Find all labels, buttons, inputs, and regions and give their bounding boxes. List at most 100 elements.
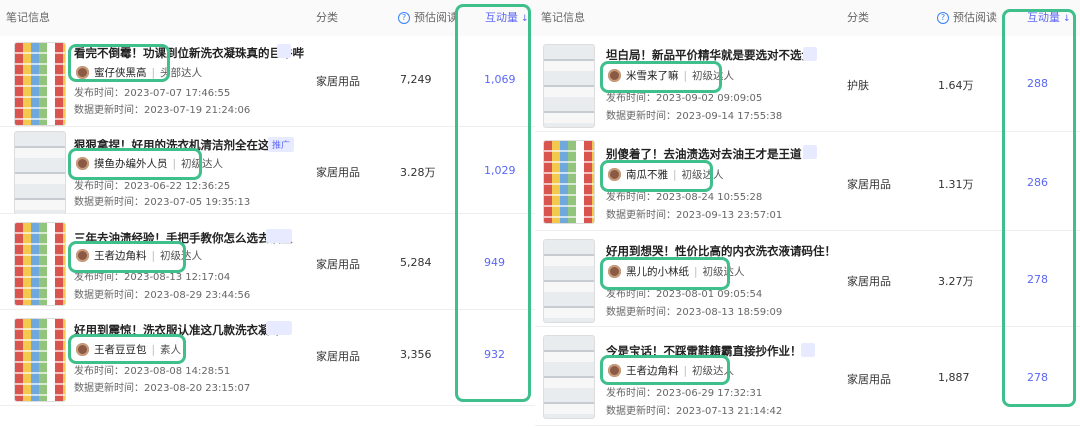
interactions-cell[interactable]: 278 [1027,371,1048,384]
tag-badge [266,229,292,243]
note-thumbnail[interactable] [14,131,66,215]
author-name: 蜜仔侠黑高 [94,67,147,79]
author-info[interactable]: 米雪来了嘛 | 初级达人 [608,68,734,83]
note-thumbnail[interactable] [543,335,595,419]
note-title[interactable]: 坦白局！新品平价精华就是要选对不选贵 [606,47,813,63]
sort-icon: ↓ [1063,14,1071,24]
note-title[interactable]: 狠狠拿捏！好用的洗衣机清洁剂全在这了！ [74,137,293,153]
category-cell: 家居用品 [847,373,891,386]
author-name: 摸鱼办编外人员 [94,158,168,170]
publish-time: 发布时间：2023-09-02 09:09:05 [606,93,763,104]
reads-cell: 1.31万 [938,178,974,191]
category-cell: 护肤 [847,79,869,92]
interactions-cell[interactable]: 288 [1027,77,1048,90]
update-time: 数据更新时间：2023-08-20 23:15:07 [74,383,251,394]
reads-cell: 3,356 [400,348,432,361]
tag-badge [803,145,817,159]
category-cell: 家居用品 [847,178,891,191]
note-thumbnail[interactable] [14,318,66,402]
header-interactions: 互动量 [485,11,518,24]
tag-badge [801,343,815,357]
avatar [76,66,89,79]
header-interactions-wrap[interactable]: 互动量 ↓ [485,0,529,37]
info-circle-icon: ? [937,12,949,24]
author-level: 初级达人 [160,250,203,262]
note-title[interactable]: 三年去油渍经验！手把手教你怎么选去油王 [74,230,293,246]
interactions-cell[interactable]: 286 [1027,176,1048,189]
note-thumbnail[interactable] [14,222,66,306]
table-row[interactable]: 别傻着了！去油渍选对去油王才是王道！ 南瓜不雅 | 初级达人 发布时间：2023-0… [535,132,1080,231]
author-level: 初级达人 [692,365,735,377]
tag-badge [266,321,292,335]
note-thumbnail[interactable] [543,140,595,224]
right-panel: 笔记信息 分类 ? 预估阅读 互动量 ↓ 坦白局！新品平价精华就是要选对不选贵 米雪… [535,0,1080,427]
table-row[interactable]: 三年去油渍经验！手把手教你怎么选去油王 王者边角料 | 初级达人 发布时间：2023… [0,214,535,310]
table-row[interactable]: 狠狠拿捏！好用的洗衣机清洁剂全在这了！ 推广 摸鱼办编外人员 | 初级达人 发布时间… [0,127,535,215]
publish-time: 发布时间：2023-08-01 09:05:54 [606,289,763,300]
table-header: 笔记信息 分类 ? 预估阅读 互动量 ↓ [535,0,1080,36]
avatar [608,69,621,82]
publish-time: 发布时间：2023-08-13 12:17:04 [74,272,231,283]
reads-cell: 7,249 [400,73,432,86]
interactions-cell[interactable]: 1,029 [484,164,516,177]
category-cell: 家居用品 [847,275,891,288]
header-reads: 预估阅读 [953,11,997,24]
author-name: 米雪来了嘛 [626,70,679,82]
note-title[interactable]: 别傻着了！去油渍选对去油王才是王道！ [606,146,813,162]
interactions-cell[interactable]: 1,069 [484,73,516,86]
table-row[interactable]: 看完不倒霉！功课到位新洗衣凝珠真的巨牛哔 蜜仔侠黑高 | 头部达人 发布时间：202… [0,36,535,127]
interactions-cell[interactable]: 949 [484,256,505,269]
reads-cell: 3.28万 [400,166,436,179]
header-category: 分类 [847,11,869,24]
author-level: 初级达人 [692,70,735,82]
note-title[interactable]: 好用到想哭！性价比高的内衣洗衣液请码住！ [606,243,836,259]
update-time: 数据更新时间：2023-09-13 23:57:01 [606,210,783,221]
publish-time: 发布时间：2023-08-08 14:28:51 [74,366,231,377]
author-name: 王者豆豆包 [94,344,147,356]
reads-cell: 3.27万 [938,275,974,288]
author-info[interactable]: 王者边角料 | 初级达人 [76,248,202,263]
tag-badge [277,44,291,58]
left-panel: 笔记信息 分类 ? 预估阅读 互动量 ↓ 看完不倒霉！功课到位新洗衣凝珠真的巨牛哔 … [0,0,535,427]
author-name: 王者边角料 [626,365,679,377]
note-title[interactable]: 看完不倒霉！功课到位新洗衣凝珠真的巨牛哔 [74,45,304,61]
author-level: 初级达人 [681,169,724,181]
publish-time: 发布时间：2023-08-24 10:55:28 [606,192,763,203]
avatar [76,343,89,356]
tag-badge [803,47,817,61]
avatar [608,364,621,377]
update-time: 数据更新时间：2023-08-29 23:44:56 [74,290,251,301]
table-row[interactable]: 今是宝话！不踩雷鞋籍霸直接抄作业！ 王者边角料 | 初级达人 发布时间：2023-0… [535,327,1080,426]
header-category: 分类 [316,11,338,24]
header-interactions: 互动量 [1027,11,1060,24]
interactions-cell[interactable]: 932 [484,348,505,361]
header-interactions-wrap[interactable]: 互动量 ↓ [1027,0,1071,37]
author-level: 素人 [160,344,182,356]
header-reads: 预估阅读 [414,11,458,24]
update-time: 数据更新时间：2023-07-19 21:24:06 [74,105,251,116]
publish-time: 发布时间：2023-07-07 17:46:55 [74,88,231,99]
note-title[interactable]: 好用到震惊！洗衣服认准这几款洗衣凝珠！ [74,322,293,338]
update-time: 数据更新时间：2023-07-05 19:35:13 [74,197,251,208]
note-thumbnail[interactable] [14,42,66,126]
author-info[interactable]: 摸鱼办编外人员 | 初级达人 [76,156,223,171]
interactions-cell[interactable]: 278 [1027,273,1048,286]
header-reads-wrap[interactable]: ? 预估阅读 [398,0,458,36]
author-name: 黑儿的小林纸 [626,266,689,278]
note-thumbnail[interactable] [543,239,595,323]
update-time: 数据更新时间：2023-09-14 17:55:38 [606,111,783,122]
author-info[interactable]: 南瓜不雅 | 初级达人 [608,167,724,182]
table-row[interactable]: 坦白局！新品平价精华就是要选对不选贵 米雪来了嘛 | 初级达人 发布时间：2023-… [535,36,1080,132]
note-title[interactable]: 今是宝话！不踩雷鞋籍霸直接抄作业！ [606,343,802,359]
table-row[interactable]: 好用到想哭！性价比高的内衣洗衣液请码住！ 黑儿的小林纸 | 初级达人 发布时间：20… [535,231,1080,327]
reads-cell: 1,887 [938,371,970,384]
promo-tag: 推广 [268,137,295,152]
author-info[interactable]: 王者边角料 | 初级达人 [608,363,734,378]
header-reads-wrap[interactable]: ? 预估阅读 [937,0,997,36]
table-row[interactable]: 好用到震惊！洗衣服认准这几款洗衣凝珠！ 王者豆豆包 | 素人 发布时间：2023-0… [0,310,535,406]
author-info[interactable]: 黑儿的小林纸 | 初级达人 [608,264,745,279]
author-info[interactable]: 王者豆豆包 | 素人 [76,342,181,357]
author-name: 南瓜不雅 [626,169,668,181]
note-thumbnail[interactable] [543,44,595,128]
author-info[interactable]: 蜜仔侠黑高 | 头部达人 [76,65,202,80]
